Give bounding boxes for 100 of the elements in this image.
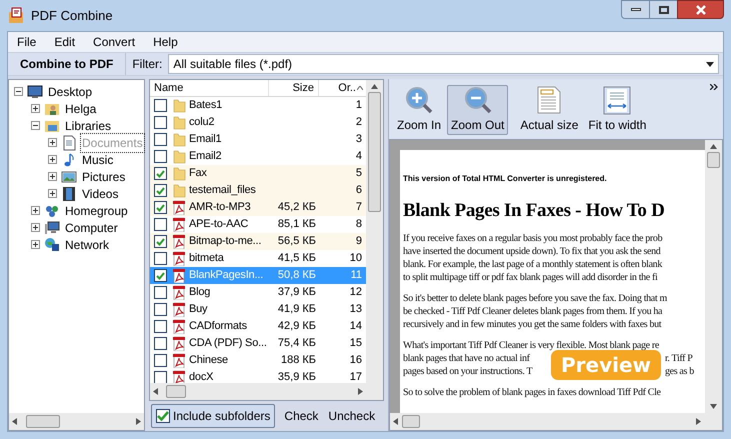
expand-toggle[interactable]	[48, 155, 57, 164]
file-row[interactable]: Chinese 188 КБ 16	[150, 352, 366, 369]
checkbox[interactable]	[154, 133, 167, 146]
file-row[interactable]: CADformats 42,9 КБ 14	[150, 318, 366, 335]
paragraph-line: have inserted the document upside down). To fix that you ask the send	[403, 244, 660, 258]
menu-item[interactable]: File	[17, 33, 36, 51]
file-row[interactable]: Buy 41,9 КБ 13	[150, 301, 366, 318]
file-row[interactable]: CDA (PDF) So... 75,4 КБ 15	[150, 335, 366, 352]
file-row[interactable]: AMR-to-MP3 45,2 КБ 7	[150, 199, 366, 216]
toolbar-button[interactable]: Zoom Out	[447, 85, 508, 135]
file-row[interactable]: testemail_files 6	[150, 182, 366, 199]
file-row[interactable]: Bates1 1	[150, 97, 366, 114]
file-row[interactable]: colu2 2	[150, 114, 366, 131]
checkbox[interactable]	[154, 337, 167, 350]
include-subfolders-toggle[interactable]: Include subfolders	[151, 404, 276, 428]
pdf-file-icon	[172, 302, 186, 317]
filter-dropdown[interactable]: All suitable files (*.pdf)	[168, 54, 719, 74]
scroll-down-icon	[710, 404, 717, 409]
scroll-up-icon	[371, 84, 378, 89]
file-order: 5	[354, 166, 363, 182]
tree-item[interactable]: Computer	[64, 218, 119, 236]
column-header[interactable]: Name	[150, 80, 268, 96]
file-name: Bitmap-to-me...	[188, 234, 262, 250]
file-name: AMR-to-MP3	[188, 200, 252, 216]
checkbox[interactable]	[154, 269, 167, 282]
checkbox[interactable]	[154, 150, 167, 163]
maximize-button[interactable]	[650, 0, 677, 19]
tree-item[interactable]: Network	[64, 236, 110, 254]
toolbar-button[interactable]: Actual size	[516, 85, 582, 135]
checkbox[interactable]	[154, 286, 167, 299]
toolbar-button[interactable]: Zoom In	[393, 85, 446, 135]
tree-item[interactable]: Libraries	[64, 116, 112, 134]
file-row[interactable]: bitmeta 41,5 КБ 10	[150, 250, 366, 267]
scroll-thumb[interactable]	[368, 92, 381, 212]
checkbox[interactable]	[154, 116, 167, 129]
vertical-scrollbar[interactable]	[705, 140, 722, 413]
close-button[interactable]	[677, 0, 724, 19]
combine-button[interactable]: Combine to PDF	[8, 53, 126, 75]
tree-item[interactable]: Pictures	[81, 168, 126, 186]
expand-toggle[interactable]	[31, 240, 40, 249]
file-size: 41,5 КБ	[276, 251, 316, 266]
checkbox[interactable]	[154, 303, 167, 316]
overflow-chevron-icon[interactable]	[710, 84, 718, 90]
menu-item[interactable]: Edit	[54, 33, 76, 51]
file-size: 35,9 КБ	[276, 370, 316, 383]
expand-toggle[interactable]	[31, 104, 40, 113]
expand-toggle[interactable]	[31, 223, 40, 232]
horizontal-scrollbar[interactable]	[390, 413, 722, 430]
scroll-thumb[interactable]	[26, 415, 60, 428]
uncheck-button[interactable]: Uncheck	[327, 407, 376, 425]
pdf-file-icon	[172, 200, 186, 215]
tree-item[interactable]: Desktop	[47, 82, 94, 100]
file-row[interactable]: APE-to-AAC 85,1 КБ 8	[150, 216, 366, 233]
check-button[interactable]: Check	[279, 407, 324, 425]
tree-item[interactable]: Homegroup	[64, 202, 129, 220]
expand-toggle[interactable]	[31, 206, 40, 215]
expand-toggle[interactable]	[48, 189, 57, 198]
checkbox[interactable]	[154, 201, 167, 214]
menu-item[interactable]: Convert	[93, 33, 136, 51]
scroll-thumb[interactable]	[402, 415, 420, 428]
file-order: 16	[348, 353, 363, 368]
zoom-in-icon	[404, 86, 434, 116]
tree-item[interactable]: Music	[81, 150, 114, 168]
checkbox[interactable]	[154, 252, 167, 265]
expand-toggle[interactable]	[48, 172, 57, 181]
collapse-toggle[interactable]	[14, 87, 23, 96]
file-row[interactable]: Blog 37,9 КБ 12	[150, 284, 366, 301]
file-row[interactable]: Email2 4	[150, 148, 366, 165]
collapse-toggle[interactable]	[31, 121, 40, 130]
tree-item[interactable]: Videos	[81, 184, 120, 202]
minimize-button[interactable]	[621, 0, 650, 19]
checkbox[interactable]	[154, 184, 167, 197]
file-name: Blog	[188, 285, 212, 300]
file-row[interactable]: Email1 3	[150, 131, 366, 148]
column-header[interactable]: Size	[268, 80, 318, 96]
checkbox[interactable]	[154, 99, 167, 112]
file-name: BlankPagesIn...	[188, 268, 264, 284]
vertical-scrollbar[interactable]	[366, 80, 383, 400]
tree-item[interactable]: Helga	[64, 100, 98, 118]
checkbox[interactable]	[154, 167, 167, 180]
toolbar-button[interactable]: Fit to width	[584, 85, 650, 135]
file-name: colu2	[188, 115, 216, 130]
file-name: Chinese	[188, 353, 229, 368]
paragraph-line: If you receive faxes on a regular basis you most probably face the prob	[403, 232, 662, 244]
file-size: 50,8 КБ	[276, 268, 316, 284]
horizontal-scrollbar[interactable]	[150, 383, 366, 400]
checkbox[interactable]	[154, 354, 167, 367]
scroll-thumb[interactable]	[166, 385, 186, 398]
horizontal-scrollbar[interactable]	[9, 413, 144, 430]
file-row[interactable]: Fax 5	[150, 165, 366, 182]
menu-item[interactable]: Help	[153, 33, 178, 51]
checkbox[interactable]	[154, 235, 167, 248]
checkbox[interactable]	[154, 371, 167, 383]
file-name: Buy	[188, 302, 208, 318]
checkbox[interactable]	[156, 409, 170, 423]
expand-toggle[interactable]	[48, 138, 57, 147]
checkbox[interactable]	[154, 218, 167, 231]
checkbox[interactable]	[154, 320, 167, 333]
file-row[interactable]: Bitmap-to-me... 56,5 КБ 9	[150, 233, 366, 250]
scroll-thumb[interactable]	[707, 152, 720, 168]
